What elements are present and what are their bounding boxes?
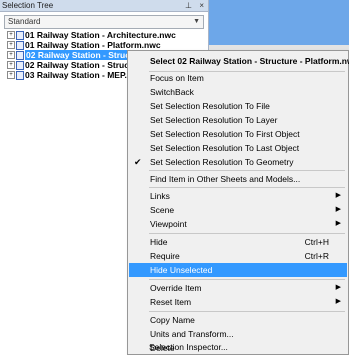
menu-item-switchback[interactable]: SwitchBack: [129, 85, 347, 99]
dropdown-value: Standard: [8, 17, 41, 26]
menu-item-label: Hide Unselected: [150, 265, 213, 275]
menu-item-label: Reset Item: [150, 297, 192, 307]
menu-item-label: Copy Name: [150, 315, 195, 325]
menu-item-select[interactable]: Select 02 Railway Station - Structure - …: [129, 54, 349, 68]
tree-item-label: 02 Railway Station - Structur: [25, 60, 141, 70]
menu-item-label: Focus on Item: [150, 73, 204, 83]
menu-item-label: Units and Transform...: [150, 329, 234, 339]
menu-item-override[interactable]: Override Item ▶: [129, 281, 347, 295]
menu-item-selection-inspector[interactable]: Selection Inspector...: [128, 340, 346, 354]
tree-item-label: 02 Railway Station - Structur: [25, 50, 143, 60]
menu-item-hide[interactable]: Hide Ctrl+H: [129, 235, 347, 249]
menu-item-label: SwitchBack: [150, 87, 194, 97]
menu-item-reset[interactable]: Reset Item ▶: [129, 295, 347, 309]
pin-icon[interactable]: ⊥: [185, 0, 192, 11]
viewport-blue-area: [209, 0, 349, 45]
tree-item-label: 03 Railway Station - MEP.nwc: [25, 70, 144, 80]
tree-item-label: 01 Railway Station - Platform.nwc: [25, 40, 161, 50]
menu-item-label: Override Item: [150, 283, 202, 293]
menu-item-res-layer[interactable]: Set Selection Resolution To Layer: [129, 113, 347, 127]
submenu-arrow-icon: ▶: [335, 220, 341, 227]
menu-item-label: Set Selection Resolution To Layer: [150, 115, 278, 125]
file-icon: [16, 41, 24, 50]
expand-icon[interactable]: +: [7, 71, 15, 79]
tree-item[interactable]: + 01 Railway Station - Architecture.nwc: [7, 30, 207, 40]
menu-item-label: Set Selection Resolution To File: [150, 101, 270, 111]
tree-item-label: 01 Railway Station - Architecture.nwc: [25, 30, 176, 40]
menu-separator: [149, 311, 345, 312]
menu-item-label: Select 02 Railway Station - Structure - …: [150, 56, 349, 66]
menu-item-units-transform[interactable]: Units and Transform...: [129, 327, 347, 341]
menu-item-label: Viewpoint: [150, 219, 187, 229]
menu-item-label: Set Selection Resolution To Last Object: [150, 143, 300, 153]
context-menu: Select 02 Railway Station - Structure - …: [127, 50, 349, 355]
expand-icon[interactable]: +: [7, 51, 15, 59]
menu-item-label: Set Selection Resolution To First Object: [150, 129, 300, 139]
menu-item-copy-name[interactable]: Copy Name: [129, 313, 347, 327]
panel-title-bar: Selection Tree ⊥ ×: [0, 0, 208, 12]
menu-item-res-first[interactable]: Set Selection Resolution To First Object: [129, 127, 347, 141]
menu-item-res-last[interactable]: Set Selection Resolution To Last Object: [129, 141, 347, 155]
menu-separator: [149, 233, 345, 234]
expand-icon[interactable]: +: [7, 61, 15, 69]
menu-item-hide-unselected[interactable]: Hide Unselected: [129, 263, 347, 277]
menu-separator: [149, 279, 345, 280]
menu-item-label: Require: [150, 251, 180, 261]
menu-separator: [149, 170, 345, 171]
menu-item-label: Hide: [150, 237, 168, 247]
expand-icon[interactable]: +: [7, 31, 15, 39]
submenu-arrow-icon: ▶: [335, 192, 341, 199]
file-icon: [16, 51, 24, 60]
checkmark-icon: ✔: [134, 157, 142, 167]
view-mode-dropdown[interactable]: Standard ▼: [4, 15, 204, 29]
menu-item-res-file[interactable]: Set Selection Resolution To File: [129, 99, 347, 113]
menu-item-viewpoint[interactable]: Viewpoint ▶: [129, 217, 347, 231]
menu-item-label: Find Item in Other Sheets and Models...: [150, 174, 301, 184]
file-icon: [16, 61, 24, 70]
menu-separator: [149, 187, 345, 188]
menu-item-label: Links: [150, 191, 170, 201]
menu-item-label: Set Selection Resolution To Geometry: [150, 157, 294, 167]
close-icon[interactable]: ×: [199, 0, 204, 11]
shortcut-label: Ctrl+H: [304, 237, 329, 247]
panel-title: Selection Tree: [2, 1, 54, 10]
submenu-arrow-icon: ▶: [335, 284, 341, 291]
file-icon: [16, 71, 24, 80]
menu-item-find-item[interactable]: Find Item in Other Sheets and Models...: [129, 172, 347, 186]
menu-item-require[interactable]: Require Ctrl+R: [129, 249, 347, 263]
expand-icon[interactable]: +: [7, 41, 15, 49]
chevron-down-icon: ▼: [193, 18, 200, 25]
tree-item[interactable]: + 01 Railway Station - Platform.nwc: [7, 40, 207, 50]
menu-item-label: Scene: [150, 205, 175, 215]
menu-item-label: Selection Inspector...: [149, 342, 228, 352]
submenu-arrow-icon: ▶: [335, 298, 341, 305]
menu-item-res-geometry[interactable]: ✔ Set Selection Resolution To Geometry: [129, 155, 347, 169]
menu-item-scene[interactable]: Scene ▶: [129, 203, 347, 217]
menu-item-focus[interactable]: Focus on Item: [129, 71, 347, 85]
file-icon: [16, 31, 24, 40]
submenu-arrow-icon: ▶: [335, 206, 341, 213]
shortcut-label: Ctrl+R: [304, 251, 329, 261]
menu-item-links[interactable]: Links ▶: [129, 189, 347, 203]
